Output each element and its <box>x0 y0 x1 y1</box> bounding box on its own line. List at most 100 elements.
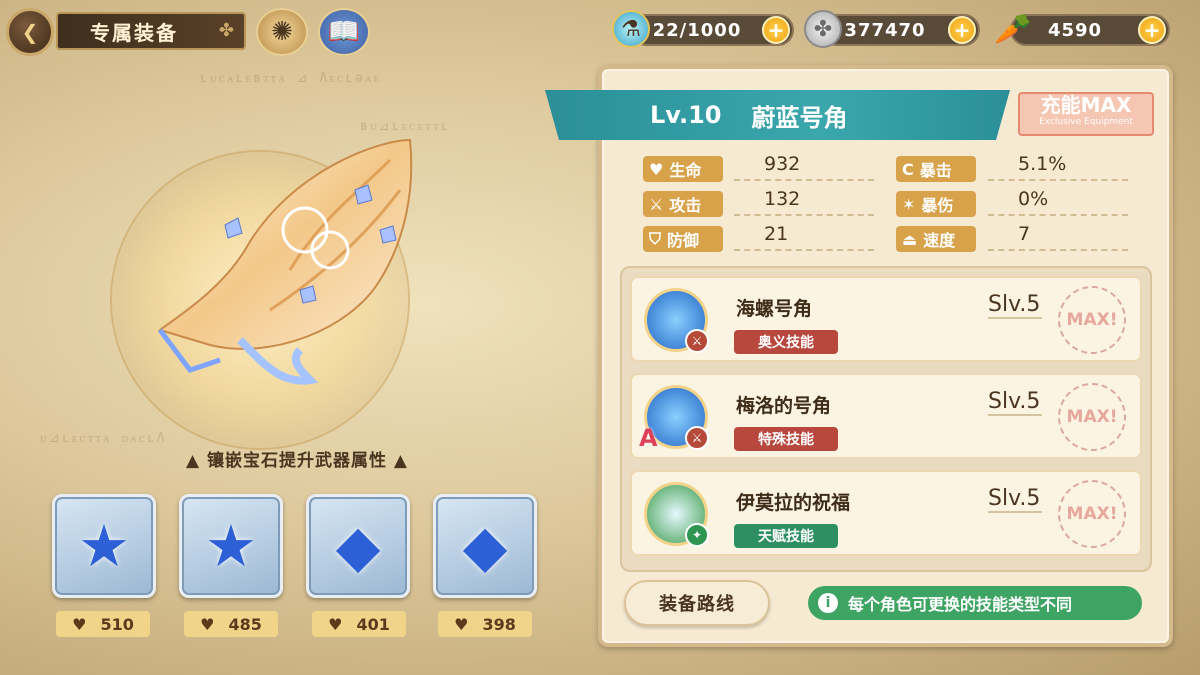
stat-critdmg-value: 0% <box>988 188 1128 216</box>
charge-max-sub: Exclusive Equipment <box>1039 117 1133 127</box>
skill-max-stamp: MAX! <box>1058 383 1126 451</box>
resource-carrot: 4590 + <box>1010 14 1170 46</box>
crit-icon: C <box>902 159 914 179</box>
leaf-icon: ✦ <box>685 523 709 547</box>
up-arrow-icon: ▲ <box>186 451 201 471</box>
stat-speed-value: 7 <box>988 223 1128 251</box>
star-gem-icon: ★ <box>78 512 130 580</box>
gem-slot-4[interactable]: ◆ <box>433 494 537 598</box>
skill-card-2[interactable]: A ⚔ 梅洛的号角 特殊技能 Slv.5 MAX! <box>630 373 1142 459</box>
page-title-banner: 专属装备 ✤ <box>56 12 246 50</box>
heart-icon: ♥ <box>328 614 343 634</box>
gem-value-1: ♥ 510 <box>56 611 150 637</box>
gem-hint[interactable]: ▲ 镶嵌宝石提升武器属性 ▲ <box>162 446 432 471</box>
boot-icon: ⏏ <box>902 229 918 249</box>
equipment-name: 蔚蓝号角 <box>751 103 848 132</box>
stat-speed-label: ⏏ 速度 <box>896 226 976 252</box>
page-title: 专属装备 <box>90 20 178 45</box>
stat-label-text: 速度 <box>923 231 956 250</box>
skill-type-tag: 天赋技能 <box>734 524 838 548</box>
equipment-route-button[interactable]: 装备路线 <box>624 580 770 626</box>
stat-hp-label: ♥ 生命 <box>643 156 723 182</box>
skill-name: 梅洛的号角 <box>736 395 832 417</box>
stat-label-text: 暴伤 <box>921 196 954 215</box>
gem-value-text: 398 <box>482 614 516 634</box>
book-icon[interactable]: 📖 <box>318 8 370 56</box>
skill-max-stamp: MAX! <box>1058 480 1126 548</box>
add-potion-button[interactable]: + <box>762 16 790 44</box>
stat-label-text: 防御 <box>667 231 700 250</box>
stat-label-text: 攻击 <box>669 196 702 215</box>
stat-atk-value: 132 <box>734 188 874 216</box>
skill-level: Slv.5 <box>988 389 1042 416</box>
gem-value-text: 401 <box>356 614 390 634</box>
stat-crit-label: C 暴击 <box>896 156 976 182</box>
conch-horn-icon[interactable] <box>150 130 430 400</box>
gem-value-2: ♥ 485 <box>184 611 278 637</box>
stat-def-value: 21 <box>734 223 874 251</box>
back-button[interactable]: ❮ <box>6 8 54 56</box>
carrot-icon: 🥕 <box>994 11 1032 47</box>
heart-icon: ♥ <box>72 614 87 634</box>
gem-slot-2[interactable]: ★ <box>179 494 283 598</box>
shield-icon: ⛉ <box>649 229 662 248</box>
heart-icon: ♥ <box>454 614 469 634</box>
clover-coin-icon: ✤ <box>804 10 842 48</box>
heart-icon: ♥ <box>649 159 664 179</box>
heart-icon: ♥ <box>200 614 215 634</box>
stat-label-text: 暴击 <box>919 161 952 180</box>
skill-name: 海螺号角 <box>736 298 813 320</box>
resource-potion: 22/1000 + <box>630 14 794 46</box>
burst-icon: ✶ <box>902 194 916 214</box>
resource-coin: 377470 + <box>820 14 980 46</box>
star-gem-icon: ★ <box>205 512 257 580</box>
gem-slot-3[interactable]: ◆ <box>306 494 410 598</box>
sword-icon: ⚔ <box>649 194 664 214</box>
sword-icon: ⚔ <box>685 426 709 450</box>
equipment-level: Lv.10 <box>650 101 722 129</box>
gem-hint-text: 镶嵌宝石提升武器属性 <box>207 451 387 471</box>
stat-hp-value: 932 <box>734 153 874 181</box>
gem-value-text: 510 <box>100 614 134 634</box>
skill-max-stamp: MAX! <box>1058 286 1126 354</box>
tip-bar: i 每个角色可更换的技能类型不同 <box>808 586 1142 620</box>
add-coin-button[interactable]: + <box>948 16 976 44</box>
skill-type-tag: 奥义技能 <box>734 330 838 354</box>
equipment-title-ribbon: Lv.10 蔚蓝号角 <box>545 90 1010 140</box>
stat-def-label: ⛉ 防御 <box>643 226 723 252</box>
skill-level: Slv.5 <box>988 486 1042 513</box>
skill-card-3[interactable]: ✦ 伊莫拉的祝福 天赋技能 Slv.5 MAX! <box>630 470 1142 556</box>
gem-slot-1[interactable]: ★ <box>52 494 156 598</box>
blessing-skill-icon: ✦ <box>644 482 709 547</box>
skill-level: Slv.5 <box>988 292 1042 319</box>
stat-atk-label: ⚔ 攻击 <box>643 191 723 217</box>
info-icon: i <box>818 593 838 613</box>
conch-skill-icon: ⚔ <box>644 288 709 353</box>
stat-critdmg-label: ✶ 暴伤 <box>896 191 976 217</box>
crystal-gem-icon: ◆ <box>335 512 381 580</box>
resource-potion-value: 22/1000 <box>652 19 742 41</box>
back-heart-icon: ❮ <box>21 20 39 44</box>
potion-icon: ⚗ <box>612 10 650 48</box>
background-text: ᴜ⊿ʟᴇᴄᴛᴛᴀ ᴅᴀᴄʟɅ <box>40 431 167 446</box>
stat-crit-value: 5.1% <box>988 153 1128 181</box>
horn-skill-icon: A ⚔ <box>639 385 709 452</box>
crystal-gem-icon: ◆ <box>462 512 508 580</box>
add-carrot-button[interactable]: + <box>1138 16 1166 44</box>
gem-value-4: ♥ 398 <box>438 611 532 637</box>
sword-icon: ⚔ <box>685 329 709 353</box>
gem-value-text: 485 <box>228 614 262 634</box>
compass-icon[interactable]: ✺ <box>256 8 308 56</box>
tip-text: 每个角色可更换的技能类型不同 <box>848 595 1073 614</box>
route-button-label: 装备路线 <box>659 594 735 615</box>
charge-max-badge: 充能MAX Exclusive Equipment <box>1018 92 1154 136</box>
background-text: ʟᴜᴄᴀʟᴇʙᴛᴛᴀ ⊿ Ʌᴇᴄʟǝᴀᴇ <box>200 71 382 86</box>
gem-value-3: ♥ 401 <box>312 611 406 637</box>
active-skill-icon: A <box>639 424 658 452</box>
skill-name: 伊莫拉的祝福 <box>736 492 851 514</box>
charge-max-label: 充能MAX <box>1040 93 1132 117</box>
up-arrow-icon: ▲ <box>393 451 408 471</box>
stat-label-text: 生命 <box>669 161 702 180</box>
skill-card-1[interactable]: ⚔ 海螺号角 奥义技能 Slv.5 MAX! <box>630 276 1142 362</box>
clover-icon: ✤ <box>218 20 236 41</box>
